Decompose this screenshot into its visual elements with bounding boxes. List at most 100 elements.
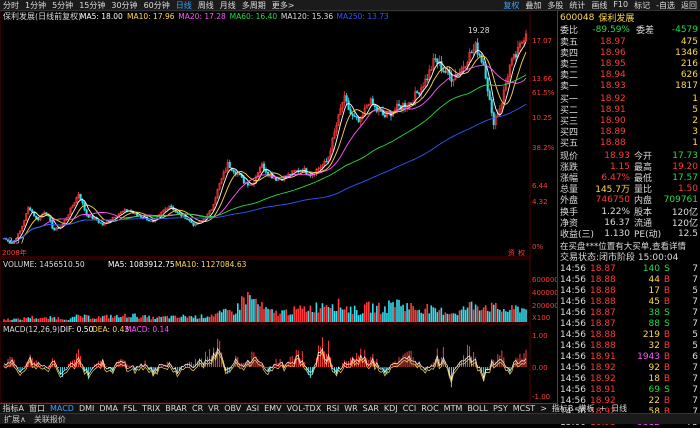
volume-bar: [140, 317, 142, 322]
indicator-tab-23[interactable]: MCST: [510, 404, 537, 413]
tick-count: 5: [692, 286, 698, 296]
candle-body: [485, 65, 487, 78]
candle-body: [477, 43, 479, 54]
candle-body: [358, 117, 360, 121]
bid-volume: 1: [692, 138, 698, 148]
indicator-tab-21[interactable]: BOLL: [465, 404, 491, 413]
period-tab-8[interactable]: 月线: [217, 0, 239, 11]
volume-bar: [263, 309, 265, 322]
ask-volume: 1817: [675, 81, 698, 91]
candle-body: [457, 75, 459, 76]
macd-bar: [205, 352, 206, 367]
status-item-0[interactable]: 扩展∧: [0, 414, 30, 425]
macd-axis-label-1: 0.00: [532, 364, 548, 372]
volume-bar: [301, 309, 303, 322]
volume-bar: [132, 314, 134, 322]
period-tab-2[interactable]: 5分钟: [49, 0, 76, 11]
toolbar-action-8[interactable]: 返回: [678, 0, 700, 11]
toolbar-action-0[interactable]: 复权: [500, 0, 522, 11]
toolbar-action-3[interactable]: 统计: [566, 0, 588, 11]
status-item-1[interactable]: 关联报价: [30, 414, 70, 425]
indicator-tab-8[interactable]: CR: [190, 404, 206, 413]
indicator-tab-2[interactable]: MACD: [47, 404, 76, 413]
period-tab-3[interactable]: 15分钟: [76, 0, 108, 11]
trade-state-row: 交易状态:闭市阶段 15:00:04: [560, 251, 698, 262]
volume-bar: [279, 314, 281, 322]
tick-count: 7: [692, 363, 698, 373]
volume-ma10: MA10: 1127084.63: [175, 260, 247, 269]
weibi-value: -89.59%: [588, 25, 630, 35]
indicator-tab-22[interactable]: PSY: [490, 404, 510, 413]
indicator-tab-15[interactable]: WR: [342, 404, 360, 413]
volume-bar: [416, 310, 418, 322]
period-tab-6[interactable]: 日线: [173, 0, 195, 11]
candle-body: [489, 91, 491, 99]
candle-body: [326, 161, 328, 162]
indicator-tab-5[interactable]: FSL: [120, 404, 139, 413]
volume-axis-label-2: 2000000: [532, 302, 557, 310]
macd-bar: [253, 352, 254, 367]
toolbar-action-4[interactable]: 画线: [588, 0, 610, 11]
period-tab-9[interactable]: 多周期: [239, 0, 269, 11]
kline-chart-svg[interactable]: 保利发展(日线前复权)MA5: 18.00MA10: 17.96MA20: 17…: [0, 11, 557, 403]
indicator-tab-6[interactable]: TRIX: [139, 404, 162, 413]
toolbar-action-1[interactable]: 叠加: [522, 0, 544, 11]
indicator-tab-17[interactable]: KDJ: [381, 404, 400, 413]
toolbar-action-5[interactable]: F10: [610, 0, 631, 11]
toolbar-action-2[interactable]: 多股: [544, 0, 566, 11]
volume-bar: [19, 320, 21, 322]
indicator-tab-27[interactable]: +: [597, 404, 609, 413]
indicator-tab-9[interactable]: VR: [206, 404, 222, 413]
indicator-tab-4[interactable]: DMA: [97, 404, 121, 413]
macd-bar: [405, 353, 406, 367]
indicator-tab-14[interactable]: RSI: [324, 404, 342, 413]
indicator-tab-18[interactable]: CCI: [400, 404, 419, 413]
macd-bar: [106, 366, 107, 367]
volume-bar: [62, 319, 64, 322]
period-tab-1[interactable]: 1分钟: [22, 0, 49, 11]
volume-bar: [162, 316, 164, 322]
tick-time: 14:56: [560, 363, 590, 373]
toolbar-action-6[interactable]: 标记: [631, 0, 653, 11]
volume-bar: [485, 305, 487, 322]
period-tab-10[interactable]: 更多>: [269, 0, 298, 11]
tick-time: 14:56: [560, 385, 590, 395]
trade-state-value: 闭市阶段 15:00:04: [599, 250, 678, 263]
volume-bar: [493, 305, 495, 322]
candle-body: [37, 218, 39, 220]
tick-price: 18.92: [590, 374, 628, 384]
indicator-tab-13[interactable]: VOL-TDX: [284, 404, 324, 413]
bid-row-4: 买五18.881: [560, 137, 698, 148]
chart-area[interactable]: 保利发展(日线前复权)MA5: 18.00MA10: 17.96MA20: 17…: [0, 11, 557, 403]
indicator-tab-7[interactable]: BRAR: [163, 404, 190, 413]
period-tab-5[interactable]: 60分钟: [141, 0, 173, 11]
period-tab-0[interactable]: 分时: [0, 0, 22, 11]
indicator-tab-12[interactable]: EMV: [262, 404, 284, 413]
stat2-label-b: PE(动): [634, 227, 661, 240]
volume-bar: [27, 317, 29, 322]
indicator-tab-10[interactable]: OBV: [222, 404, 244, 413]
indicator-tab-20[interactable]: MTM: [441, 404, 465, 413]
tick-price: 18.88: [590, 330, 628, 340]
indicator-tab-19[interactable]: ROC: [419, 404, 441, 413]
volume-bar: [158, 316, 160, 322]
macd-bar: [473, 352, 474, 367]
indicator-tab-3[interactable]: DMI: [76, 404, 96, 413]
volume-ma5: MA5: 1083912.75: [108, 260, 175, 269]
macd-dea: DEA: 0.43: [92, 325, 129, 334]
period-tab-4[interactable]: 30分钟: [108, 0, 140, 11]
indicator-tab-24[interactable]: >: [538, 404, 550, 413]
volume-bar: [223, 309, 225, 322]
bid-price: 18.89: [600, 127, 640, 137]
indicator-tab-16[interactable]: SAR: [360, 404, 381, 413]
volume-bar: [513, 309, 515, 322]
candle-body: [479, 54, 481, 55]
volume-bar: [187, 318, 189, 322]
indicator-tab-11[interactable]: ASI: [244, 404, 262, 413]
volume-bar: [84, 315, 86, 322]
toolbar-action-7[interactable]: -自选: [653, 0, 678, 11]
volume-bar: [179, 318, 181, 322]
volume-bar: [406, 303, 408, 322]
period-tab-7[interactable]: 周线: [195, 0, 217, 11]
tick-price: 18.88: [590, 297, 628, 307]
